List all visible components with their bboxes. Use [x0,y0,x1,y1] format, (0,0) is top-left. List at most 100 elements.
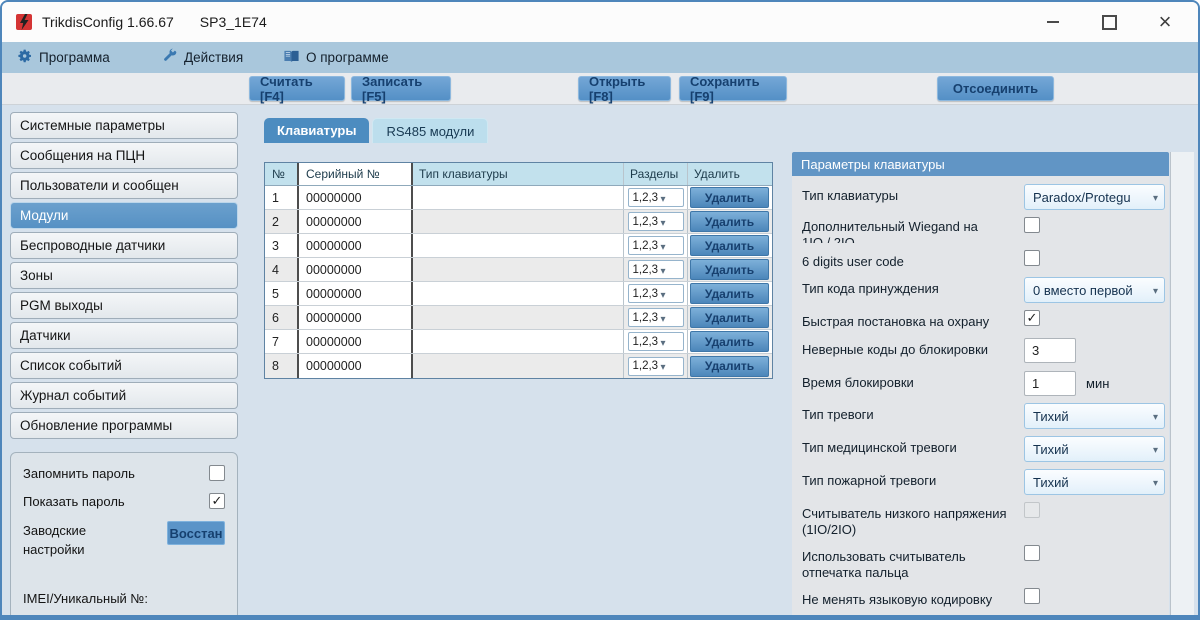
tab-keyboards[interactable]: Клавиатуры [264,118,370,143]
param-checkbox-4[interactable] [1024,310,1040,326]
save-button[interactable]: Сохранить [F9] [679,74,787,104]
delete-row-button[interactable]: Удалить [690,283,769,304]
keyboard-type-cell[interactable] [413,282,624,305]
close-button[interactable] [1152,9,1178,35]
param-control [1024,250,1040,266]
partitions-select[interactable]: 1,2,3 [627,260,684,279]
param-select-3[interactable]: 0 вместо первой [1024,277,1165,303]
keyboard-type-cell[interactable] [413,306,624,329]
menu-actions[interactable]: Действия [162,42,243,73]
maximize-button[interactable] [1096,9,1122,35]
sidebar-item-10[interactable]: Обновление программы [10,412,238,439]
sidebar-item-5[interactable]: Зоны [10,262,238,289]
partitions-cell: 1,2,3 [624,354,688,378]
sidebar-item-9[interactable]: Журнал событий [10,382,238,409]
sidebar-item-0[interactable]: Системные параметры [10,112,238,139]
param-control: 0 вместо первой [1024,277,1165,303]
partitions-select[interactable]: 1,2,3 [627,236,684,255]
sidebar-item-1[interactable]: Сообщения на ПЦН [10,142,238,169]
partitions-select[interactable]: 1,2,3 [627,284,684,303]
param-row: Время блокировки 1 мин [802,371,1159,396]
serial-number-cell[interactable]: 00000000 [299,330,413,353]
disconnect-button[interactable]: Отсоединить [937,76,1054,101]
param-row: Тип клавиатуры Paradox/Protegu [802,184,1165,210]
serial-number-cell[interactable]: 00000000 [299,354,413,378]
param-label: Тип пожарной тревоги [802,473,937,488]
param-select-value: Paradox/Protegu [1033,189,1131,205]
param-checkbox-11[interactable] [1024,545,1040,561]
partitions-select[interactable]: 1,2,3 [627,308,684,327]
serial-number-cell[interactable]: 00000000 [299,186,413,209]
param-checkbox-1[interactable] [1024,217,1040,233]
window-controls [1040,2,1190,42]
param-input-5[interactable]: 3 [1024,338,1076,363]
write-button[interactable]: Записать [F5] [351,74,451,104]
param-control [1024,545,1040,561]
minimize-button[interactable] [1040,9,1066,35]
param-select-7[interactable]: Тихий [1024,403,1165,429]
restore-button[interactable]: Восстан [167,521,225,545]
serial-number-cell[interactable]: 00000000 [299,282,413,305]
keyboard-type-cell[interactable] [413,354,624,378]
read-button[interactable]: Считать [F4] [249,74,345,104]
tab-rs485-modules[interactable]: RS485 модули [372,118,489,143]
param-select-0[interactable]: Paradox/Protegu [1024,184,1165,210]
keyboard-type-cell[interactable] [413,258,624,281]
delete-cell: Удалить [688,282,771,305]
partitions-select[interactable]: 1,2,3 [627,188,684,207]
keyboard-type-cell[interactable] [413,210,624,233]
sidebar-item-4[interactable]: Беспроводные датчики [10,232,238,259]
param-row: Использовать считыватель отпечатка пальц… [802,545,1159,581]
delete-row-button[interactable]: Удалить [690,235,769,256]
chevron-down-icon [661,287,666,301]
sidebar-item-6[interactable]: PGM выходы [10,292,238,319]
keyboards-table: № Серийный № Тип клавиатуры Разделы Удал… [264,162,773,379]
param-select-9[interactable]: Тихий [1024,469,1165,495]
delete-row-button[interactable]: Удалить [690,211,769,232]
delete-row-button[interactable]: Удалить [690,331,769,352]
delete-row-button[interactable]: Удалить [690,259,769,280]
row-number: 8 [265,354,299,378]
param-checkbox-12[interactable] [1024,588,1040,604]
remember-password-checkbox[interactable] [209,465,225,481]
right-scroll-strip[interactable] [1170,152,1194,615]
keyboard-type-cell[interactable] [413,186,624,209]
param-checkbox-13[interactable] [1024,615,1040,620]
param-row: Тип тревоги Тихий [802,403,1165,429]
param-input-6[interactable]: 1 [1024,371,1076,396]
menu-about-label: О программе [306,50,389,65]
sidebar-item-2[interactable]: Пользователи и сообщен [10,172,238,199]
delete-cell: Удалить [688,354,771,378]
open-button[interactable]: Открыть [F8] [578,74,671,104]
row-number: 6 [265,306,299,329]
keyboard-type-cell[interactable] [413,330,624,353]
partitions-select[interactable]: 1,2,3 [627,212,684,231]
partitions-select[interactable]: 1,2,3 [627,356,684,376]
menu-program[interactable]: Программа [17,42,110,73]
serial-number-cell[interactable]: 00000000 [299,210,413,233]
serial-number-cell[interactable]: 00000000 [299,258,413,281]
sidebar-item-8[interactable]: Список событий [10,352,238,379]
param-checkbox-2[interactable] [1024,250,1040,266]
sidebar: Системные параметры Сообщения на ПЦН Польз… [10,112,238,442]
menu-about[interactable]: О программе [283,42,389,73]
delete-row-button[interactable]: Удалить [690,187,769,208]
show-password-checkbox[interactable] [209,493,225,509]
table-row: 500000000 1,2,3 Удалить [265,282,772,306]
partitions-cell: 1,2,3 [624,282,688,305]
col-partitions-header: Разделы [624,163,688,185]
delete-row-button[interactable]: Удалить [690,355,769,377]
param-label: 6 digits user code [802,254,904,269]
param-select-8[interactable]: Тихий [1024,436,1165,462]
param-control [1024,217,1040,233]
param-row: Тип пожарной тревоги Тихий [802,469,1165,495]
partitions-select[interactable]: 1,2,3 [627,332,684,351]
serial-number-cell[interactable]: 00000000 [299,306,413,329]
sidebar-item-7[interactable]: Датчики [10,322,238,349]
param-label: Не менять языковую кодировку [802,592,993,607]
delete-row-button[interactable]: Удалить [690,307,769,328]
sidebar-item-3[interactable]: Модули [10,202,238,229]
keyboard-type-cell[interactable] [413,234,624,257]
table-row: 300000000 1,2,3 Удалить [265,234,772,258]
serial-number-cell[interactable]: 00000000 [299,234,413,257]
